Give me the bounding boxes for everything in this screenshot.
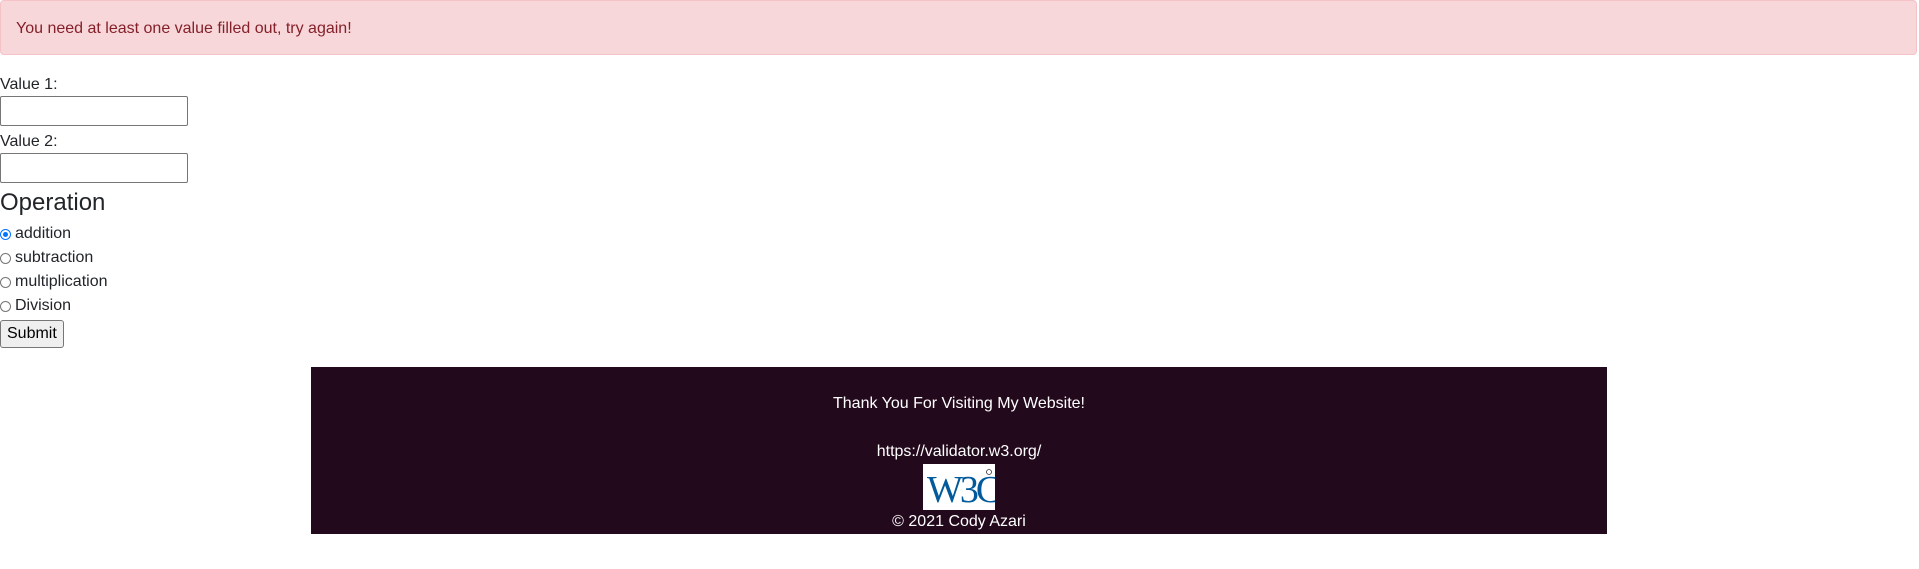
subtraction-radio[interactable] [0,252,11,264]
division-label: Division [15,297,72,314]
value2-input[interactable] [0,153,188,183]
submit-button[interactable]: Submit [0,320,64,348]
operation-option-division[interactable]: Division [0,294,300,318]
footer-copyright: © 2021 Cody Azari [892,513,1026,530]
calculator-form: Value 1: Value 2: Operation addition sub… [0,74,300,348]
w3c-logo-graphic: W3C [927,469,1003,511]
validator-link[interactable]: https://validator.w3.org/ [311,442,1607,462]
footer-thanks-text: Thank You For Visiting My Website! [833,395,1085,412]
error-alert-message: You need at least one value filled out, … [16,20,352,37]
error-alert: You need at least one value filled out, … [0,0,1917,55]
multiplication-label: multiplication [15,273,108,290]
w3c-logo-icon[interactable]: W3C [923,464,1003,511]
operation-option-addition[interactable]: addition [0,222,300,246]
operation-option-subtraction[interactable]: subtraction [0,246,300,270]
value1-label: Value 1: [0,76,58,93]
w3c-logo-text: W3C [927,469,995,510]
site-footer: Thank You For Visiting My Website! https… [311,367,1607,534]
operation-heading: Operation [0,189,106,216]
addition-label: addition [15,225,72,242]
subtraction-label: subtraction [15,249,94,266]
value2-label: Value 2: [0,133,58,150]
value1-input[interactable] [0,96,188,126]
operation-option-multiplication[interactable]: multiplication [0,270,300,294]
multiplication-radio[interactable] [0,276,11,288]
addition-radio[interactable] [0,228,11,240]
division-radio[interactable] [0,300,11,312]
